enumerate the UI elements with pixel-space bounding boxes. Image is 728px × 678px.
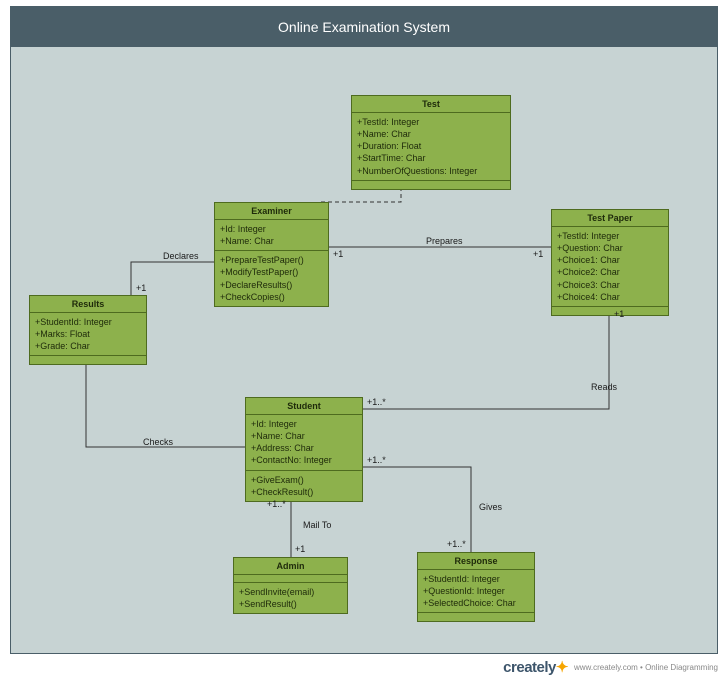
edge-gives-m1: +1..* xyxy=(367,455,386,465)
class-testpaper-ops xyxy=(552,307,668,315)
edge-mailto-label: Mail To xyxy=(303,520,331,530)
edge-gives-m2: +1..* xyxy=(447,539,466,549)
diagram-canvas: Test +TestId: Integer +Name: Char +Durat… xyxy=(11,47,717,653)
class-results-ops xyxy=(30,356,146,364)
class-results-title: Results xyxy=(30,296,146,313)
class-results: Results +StudentId: Integer +Marks: Floa… xyxy=(29,295,147,365)
edge-prepares-label: Prepares xyxy=(426,236,463,246)
page-title: Online Examination System xyxy=(11,7,717,47)
class-response-attrs: +StudentId: Integer +QuestionId: Integer… xyxy=(418,570,534,613)
edge-reads-m2: +1 xyxy=(614,309,624,319)
class-test-ops xyxy=(352,181,510,189)
title-text: Online Examination System xyxy=(278,19,450,35)
class-response-ops xyxy=(418,613,534,621)
class-examiner-ops: +PrepareTestPaper() +ModifyTestPaper() +… xyxy=(215,251,328,306)
class-response: Response +StudentId: Integer +QuestionId… xyxy=(417,552,535,622)
edge-prepares-m1: +1 xyxy=(333,249,343,259)
class-response-title: Response xyxy=(418,553,534,570)
edge-mailto-m1: +1..* xyxy=(267,499,286,509)
class-testpaper: Test Paper +TestId: Integer +Question: C… xyxy=(551,209,669,316)
class-student-title: Student xyxy=(246,398,362,415)
brand-logo: creately✦ xyxy=(503,658,568,676)
class-student-attrs: +Id: Integer +Name: Char +Address: Char … xyxy=(246,415,362,471)
class-admin-title: Admin xyxy=(234,558,347,575)
class-test-title: Test xyxy=(352,96,510,113)
edge-reads-label: Reads xyxy=(591,382,617,392)
edge-mailto-m2: +1 xyxy=(295,544,305,554)
class-admin: Admin +SendInvite(email) +SendResult() xyxy=(233,557,348,614)
footer-tag: www.creately.com • Online Diagramming xyxy=(574,663,718,672)
edge-declares-label: Declares xyxy=(163,251,199,261)
edge-reads-m1: +1..* xyxy=(367,397,386,407)
edge-declares-m1: +1 xyxy=(136,283,146,293)
bulb-icon: ✦ xyxy=(556,659,568,676)
class-student-ops: +GiveExam() +CheckResult() xyxy=(246,471,362,501)
class-admin-attrs xyxy=(234,575,347,583)
class-testpaper-title: Test Paper xyxy=(552,210,668,227)
class-test: Test +TestId: Integer +Name: Char +Durat… xyxy=(351,95,511,190)
edge-checks-label: Checks xyxy=(143,437,173,447)
edge-prepares-m2: +1 xyxy=(533,249,543,259)
class-test-attrs: +TestId: Integer +Name: Char +Duration: … xyxy=(352,113,510,181)
class-examiner: Examiner +Id: Integer +Name: Char +Prepa… xyxy=(214,202,329,307)
edge-gives-label: Gives xyxy=(479,502,502,512)
class-admin-ops: +SendInvite(email) +SendResult() xyxy=(234,583,347,613)
class-results-attrs: +StudentId: Integer +Marks: Float +Grade… xyxy=(30,313,146,356)
class-student: Student +Id: Integer +Name: Char +Addres… xyxy=(245,397,363,502)
footer: creately✦ www.creately.com • Online Diag… xyxy=(503,658,718,676)
class-examiner-title: Examiner xyxy=(215,203,328,220)
class-testpaper-attrs: +TestId: Integer +Question: Char +Choice… xyxy=(552,227,668,307)
class-examiner-attrs: +Id: Integer +Name: Char xyxy=(215,220,328,251)
diagram-frame: Online Examination System Test +TestId: … xyxy=(10,6,718,654)
